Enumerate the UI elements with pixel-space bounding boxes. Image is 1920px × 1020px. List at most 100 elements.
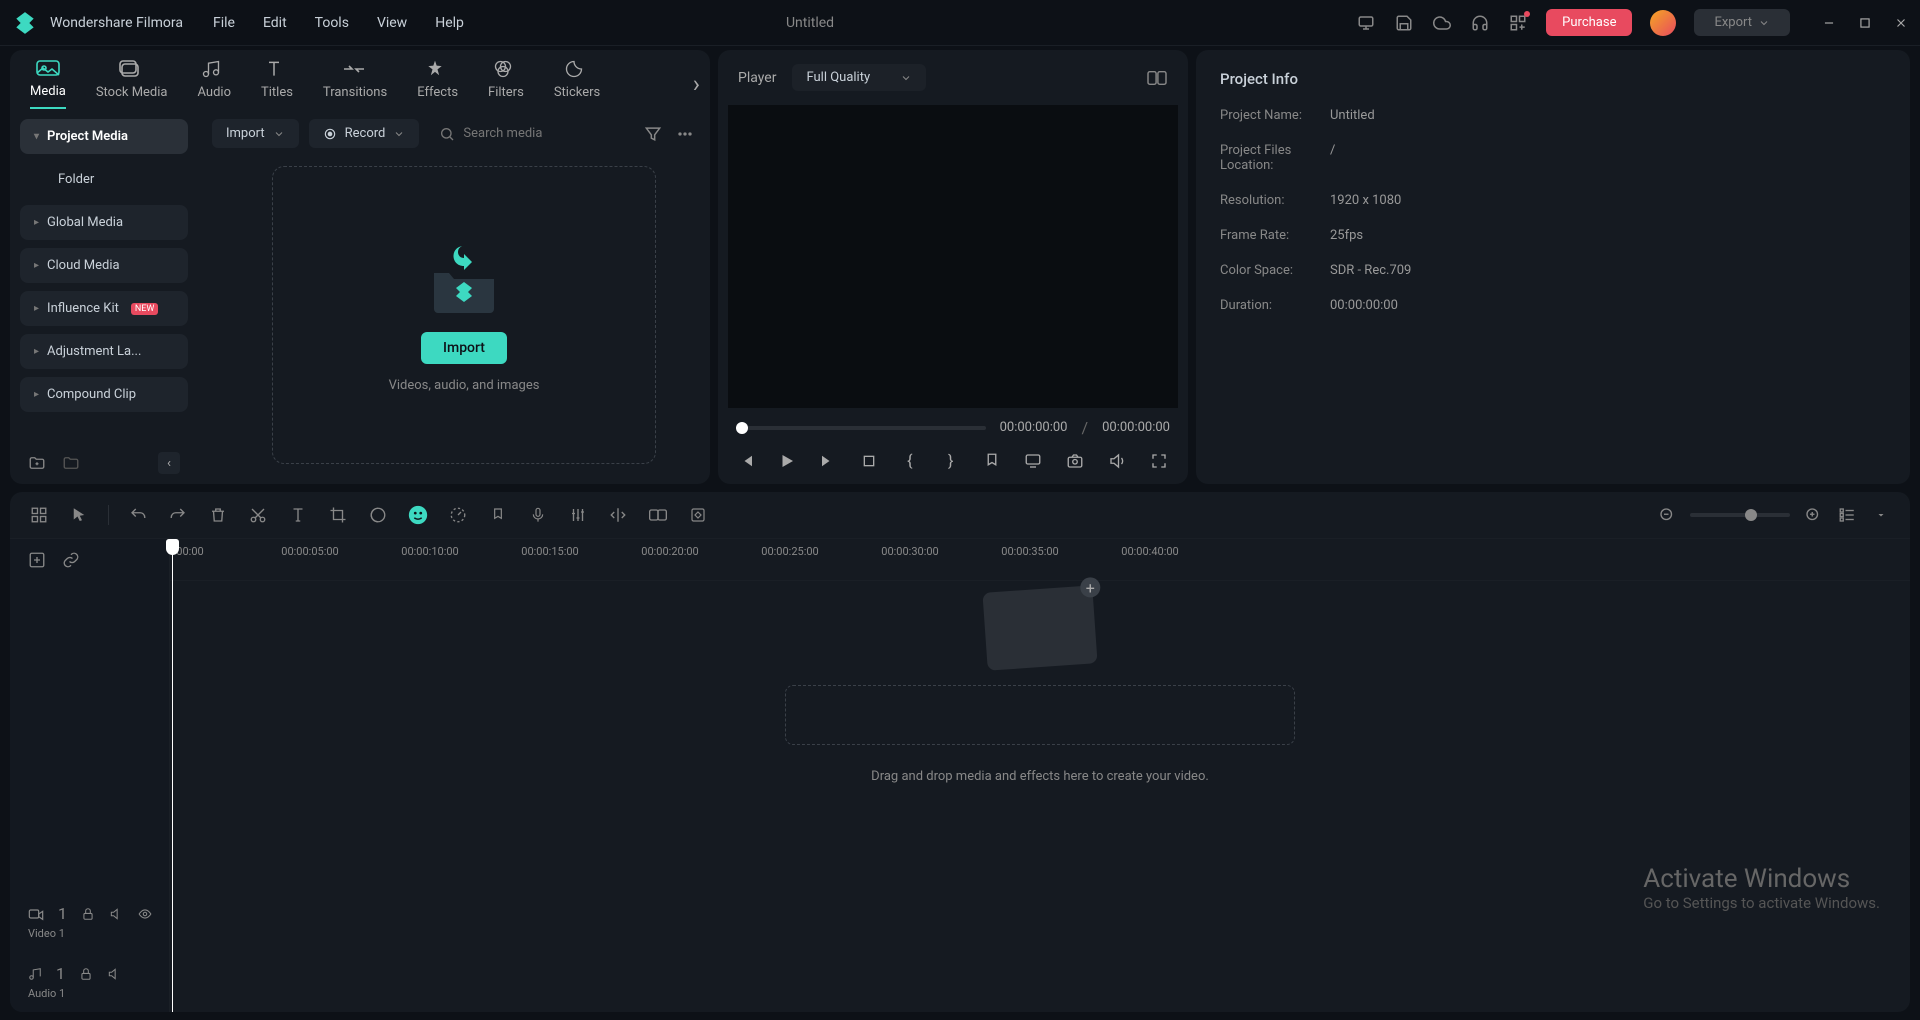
ai-icon[interactable] [407, 504, 429, 526]
volume-icon[interactable] [1106, 452, 1128, 470]
link-icon[interactable] [62, 551, 80, 569]
purchase-button[interactable]: Purchase [1546, 9, 1632, 36]
close-icon[interactable] [1892, 14, 1910, 32]
sidebar-cloud-media[interactable]: ▸Cloud Media [20, 248, 188, 283]
menu-file[interactable]: File [213, 15, 235, 31]
marker-dropdown-icon[interactable] [981, 452, 1002, 470]
player-canvas[interactable] [728, 105, 1178, 408]
tab-effects-label: Effects [417, 85, 458, 100]
timeline-options-icon[interactable] [1870, 509, 1892, 521]
tracks-area[interactable]: 00:00 00:00:05:00 00:00:10:00 00:00:15:0… [170, 539, 1910, 1012]
zoom-slider[interactable] [1690, 513, 1790, 517]
zoom-out-icon[interactable] [1656, 506, 1678, 524]
cursor-icon[interactable] [68, 506, 90, 524]
speed-icon[interactable] [447, 506, 469, 524]
import-button[interactable]: Import [421, 332, 507, 364]
filter-icon[interactable] [642, 124, 664, 144]
color-icon[interactable] [367, 506, 389, 524]
zoom-thumb[interactable] [1745, 509, 1757, 521]
import-dropdown[interactable]: Import [212, 119, 299, 148]
menu-view[interactable]: View [377, 15, 407, 31]
tab-transitions[interactable]: Transitions [323, 59, 387, 108]
sidebar-compound-clip[interactable]: ▸Compound Clip [20, 377, 188, 412]
visibility-icon[interactable] [137, 907, 153, 921]
prev-frame-icon[interactable] [736, 452, 757, 470]
cut-icon[interactable] [247, 506, 269, 524]
mark-in-icon[interactable]: { [899, 451, 920, 470]
quality-select[interactable]: Full Quality [792, 64, 926, 91]
tab-stock-media[interactable]: Stock Media [96, 59, 168, 108]
tab-titles[interactable]: Titles [261, 59, 293, 108]
ruler-mark: 00:00:10:00 [401, 545, 458, 558]
watermark-sub: Go to Settings to activate Windows. [1643, 894, 1880, 912]
mixer-icon[interactable] [567, 506, 589, 524]
crop-icon[interactable] [327, 506, 349, 524]
sidebar-label: Compound Clip [47, 387, 136, 402]
fullscreen-icon[interactable] [1148, 452, 1170, 470]
compare-icon[interactable] [1146, 69, 1168, 87]
delete-icon[interactable] [207, 506, 229, 524]
tabs-next-icon[interactable]: › [693, 70, 700, 98]
sidebar-project-media[interactable]: ▾Project Media [20, 119, 188, 154]
play-icon[interactable] [777, 452, 798, 470]
sidebar-adjustment-layer[interactable]: ▸Adjustment La... [20, 334, 188, 369]
next-frame-icon[interactable] [818, 452, 839, 470]
export-button[interactable]: Export [1694, 9, 1790, 36]
menu-help[interactable]: Help [435, 15, 464, 31]
zoom-in-icon[interactable] [1802, 506, 1824, 524]
search-input[interactable] [463, 126, 632, 141]
lock-icon[interactable] [81, 907, 95, 921]
tab-audio[interactable]: Audio [198, 59, 231, 108]
ruler-mark: 00:00:05:00 [281, 545, 338, 558]
menu-tools[interactable]: Tools [315, 15, 349, 31]
tab-filters[interactable]: Filters [488, 59, 524, 108]
marker-icon[interactable] [487, 506, 509, 524]
snapshot-icon[interactable] [1064, 452, 1086, 470]
headphones-icon[interactable] [1470, 13, 1490, 33]
timeline-ruler[interactable]: 00:00 00:00:05:00 00:00:10:00 00:00:15:0… [170, 539, 1910, 581]
mute-icon[interactable] [109, 907, 123, 921]
monitor-icon[interactable] [1356, 13, 1376, 33]
effects-icon [424, 59, 452, 79]
timeline-view-icon[interactable] [1836, 506, 1858, 524]
keyframe-icon[interactable] [687, 506, 709, 524]
cloud-icon[interactable] [1432, 13, 1452, 33]
mute-icon[interactable] [107, 967, 121, 981]
tab-effects[interactable]: Effects [417, 59, 458, 108]
progress-track[interactable] [736, 426, 986, 430]
group-icon[interactable] [647, 506, 669, 524]
lock-icon[interactable] [79, 967, 93, 981]
dropzone-text: Videos, audio, and images [389, 378, 540, 393]
save-icon[interactable] [1394, 13, 1414, 33]
collapse-sidebar-button[interactable]: ‹ [158, 452, 180, 474]
tab-stickers[interactable]: Stickers [554, 59, 600, 108]
menu-edit[interactable]: Edit [263, 15, 287, 31]
grid-icon[interactable] [28, 506, 50, 524]
redo-icon[interactable] [167, 506, 189, 524]
split-icon[interactable] [607, 506, 629, 524]
voiceover-icon[interactable] [527, 505, 549, 525]
text-icon[interactable] [287, 506, 309, 524]
filters-icon [492, 59, 520, 79]
sidebar-global-media[interactable]: ▸Global Media [20, 205, 188, 240]
mark-out-icon[interactable]: } [940, 451, 961, 470]
sidebar-influence-kit[interactable]: ▸Influence KitNEW [20, 291, 188, 326]
minimize-icon[interactable] [1820, 14, 1838, 32]
info-row-duration: Duration:00:00:00:00 [1220, 298, 1886, 313]
folder-icon[interactable] [62, 454, 80, 472]
media-dropzone[interactable]: Import Videos, audio, and images [272, 166, 656, 464]
playhead[interactable] [172, 539, 173, 1012]
maximize-icon[interactable] [1856, 14, 1874, 32]
sidebar-folder[interactable]: Folder [20, 162, 188, 197]
stop-icon[interactable] [859, 453, 880, 469]
progress-thumb[interactable] [736, 422, 748, 434]
new-folder-icon[interactable] [28, 454, 46, 472]
user-avatar[interactable] [1650, 10, 1676, 36]
add-track-icon[interactable] [28, 551, 46, 569]
undo-icon[interactable] [127, 506, 149, 524]
apps-icon[interactable] [1508, 13, 1528, 33]
more-icon[interactable] [674, 124, 696, 144]
display-icon[interactable] [1022, 452, 1044, 470]
tab-media[interactable]: Media [30, 58, 66, 109]
record-dropdown[interactable]: Record [309, 119, 420, 148]
